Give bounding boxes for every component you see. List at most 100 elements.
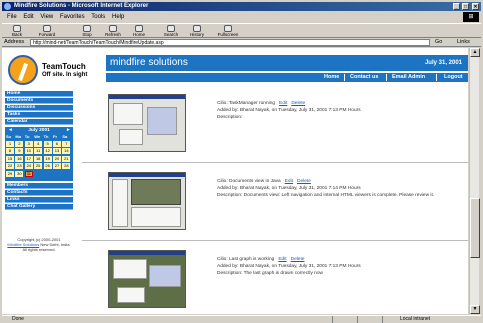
nav-logout[interactable]: Logout — [444, 73, 463, 82]
calendar-day[interactable]: 22 — [6, 163, 14, 170]
calendar-day[interactable]: 2 — [15, 141, 24, 147]
divider — [82, 240, 468, 241]
title-bar: Mindfire Solutions - Microsoft Internet … — [2, 2, 481, 11]
scroll-down-icon[interactable]: ▼ — [470, 305, 480, 314]
calendar-day[interactable]: 5 — [43, 141, 52, 147]
nav-email-admin[interactable]: Email Admin — [392, 73, 425, 82]
back-icon — [13, 25, 21, 32]
calendar-day[interactable]: 25 — [34, 163, 43, 170]
calendar-day[interactable]: 8 — [6, 148, 14, 155]
calendar-day[interactable]: 4 — [34, 141, 43, 147]
sidebar-item-documents[interactable]: Documents — [5, 98, 73, 104]
sidebar-item-home[interactable]: Home — [5, 91, 73, 97]
fullscreen-icon — [224, 25, 232, 32]
forward-button[interactable]: Forward — [36, 25, 58, 38]
banner: mindfire solutions July 31, 2001 — [106, 55, 468, 71]
links-button[interactable]: Links — [457, 38, 470, 47]
calendar-day[interactable]: 15 — [6, 155, 14, 162]
address-bar: Address http://mind-net/TeamTouch/TeamTo… — [2, 38, 481, 47]
screenshot-thumbnail[interactable] — [108, 250, 186, 308]
calendar-next-button[interactable]: ► — [66, 128, 71, 133]
calendar-day[interactable]: 14 — [62, 148, 71, 155]
page-content: TeamTouch Off site. In sight mindfire so… — [2, 48, 468, 314]
vertical-scrollbar[interactable]: ▲ ▼ — [469, 48, 480, 314]
sidebar-item-members[interactable]: Members — [5, 183, 73, 189]
mini-calendar: ◄ July 2001 ► Su Mo Tu We Th Fr Sa 1 2 3 4 5 6 7 8 9 10… — [5, 127, 73, 181]
menu-view[interactable]: View — [40, 14, 53, 20]
scroll-up-icon[interactable]: ▲ — [470, 48, 480, 57]
history-button[interactable]: History — [186, 25, 208, 38]
entry-description: Description: — [217, 115, 243, 120]
menu-favorites[interactable]: Favorites — [60, 14, 85, 20]
sidebar-item-tasks[interactable]: Tasks — [5, 112, 73, 118]
calendar-day[interactable]: 16 — [15, 155, 24, 162]
address-input[interactable]: http://mind-net/TeamTouch/TeamTouch/Mind… — [30, 39, 430, 46]
entry-author: Added by: Bharat Nayak, on Tuesday, July… — [217, 108, 361, 113]
menu-help[interactable]: Help — [112, 14, 124, 20]
refresh-button[interactable]: Refresh — [102, 25, 124, 38]
nav-contact-us[interactable]: Contact us — [350, 73, 378, 82]
calendar-day[interactable]: 17 — [24, 155, 33, 162]
maximize-button[interactable]: □ — [462, 3, 469, 10]
delete-link[interactable]: Delete — [297, 179, 311, 184]
menu-edit[interactable]: Edit — [23, 14, 33, 20]
calendar-day[interactable]: 1 — [6, 141, 14, 147]
close-button[interactable]: ✕ — [472, 3, 479, 10]
calendar-day[interactable]: 13 — [53, 148, 61, 155]
fullscreen-button[interactable]: Fullscreen — [214, 25, 242, 38]
calendar-day[interactable]: 3 — [24, 141, 33, 147]
calendar-weekday: We — [34, 134, 41, 139]
calendar-day[interactable]: 28 — [62, 163, 71, 170]
refresh-icon — [109, 25, 117, 32]
calendar-day[interactable]: 7 — [62, 141, 71, 147]
calendar-day[interactable]: 29 — [6, 170, 14, 177]
site-logo[interactable]: TeamTouch Off site. In sight — [6, 52, 102, 90]
nav-home[interactable]: Home — [324, 73, 339, 82]
calendar-day[interactable]: 9 — [15, 148, 24, 155]
menu-file[interactable]: File — [7, 14, 17, 20]
calendar-weekday: Su — [6, 134, 12, 139]
edit-link[interactable]: Edit — [279, 101, 287, 106]
delete-link[interactable]: Delete — [291, 257, 305, 262]
calendar-day[interactable]: 21 — [62, 155, 71, 162]
entry-caption: Cilio: Last graph is working — [217, 257, 275, 262]
window-title: Mindfire Solutions - Microsoft Internet … — [14, 3, 149, 9]
calendar-day[interactable]: 24 — [24, 163, 33, 170]
stop-button[interactable]: Stop — [76, 25, 98, 38]
calendar-day[interactable]: 20 — [53, 155, 61, 162]
calendar-day[interactable]: 10 — [24, 148, 33, 155]
calendar-day[interactable]: 31 — [24, 170, 33, 177]
sidebar-item-links[interactable]: Links — [5, 197, 73, 203]
windows-logo-icon: ⊞ — [463, 12, 479, 22]
calendar-day[interactable]: 27 — [53, 163, 61, 170]
calendar-day[interactable]: 18 — [34, 155, 43, 162]
calendar-day[interactable]: 23 — [15, 163, 24, 170]
delete-link[interactable]: Delete — [291, 101, 305, 106]
scroll-thumb[interactable] — [470, 198, 480, 258]
back-button[interactable]: Back — [6, 25, 28, 38]
go-button[interactable]: Go — [435, 38, 442, 47]
sidebar-item-discussions[interactable]: Discussions — [5, 105, 73, 111]
entry-description: Description: The last graph is drawn cor… — [217, 271, 324, 276]
entry-caption: Cilio: TaskManager running — [217, 101, 276, 106]
calendar-day[interactable]: 30 — [15, 170, 24, 177]
home-button[interactable]: Home — [128, 25, 150, 38]
sidebar-item-contacts[interactable]: Contacts — [5, 190, 73, 196]
menu-tools[interactable]: Tools — [91, 14, 105, 20]
sidebar-item-chat-gallery[interactable]: Chat Gallery — [5, 204, 73, 210]
entry-author: Added by: Bharat Nayak, on Tuesday, July… — [217, 186, 361, 191]
entry-caption: Cilio: Documents view in Java — [217, 179, 281, 184]
screenshot-thumbnail[interactable] — [108, 172, 186, 230]
calendar-day[interactable]: 26 — [43, 163, 52, 170]
calendar-day[interactable]: 6 — [53, 141, 61, 147]
screenshot-thumbnail[interactable] — [108, 94, 186, 152]
search-button[interactable]: Search — [160, 25, 182, 38]
calendar-day[interactable]: 11 — [34, 148, 43, 155]
calendar-day[interactable]: 12 — [43, 148, 52, 155]
calendar-weekday: Tu — [24, 134, 30, 139]
minimize-button[interactable]: _ — [453, 3, 460, 10]
sidebar-item-calendar[interactable]: Calendar — [5, 119, 73, 125]
edit-link[interactable]: Edit — [278, 257, 286, 262]
edit-link[interactable]: Edit — [285, 179, 293, 184]
calendar-day[interactable]: 19 — [43, 155, 52, 162]
